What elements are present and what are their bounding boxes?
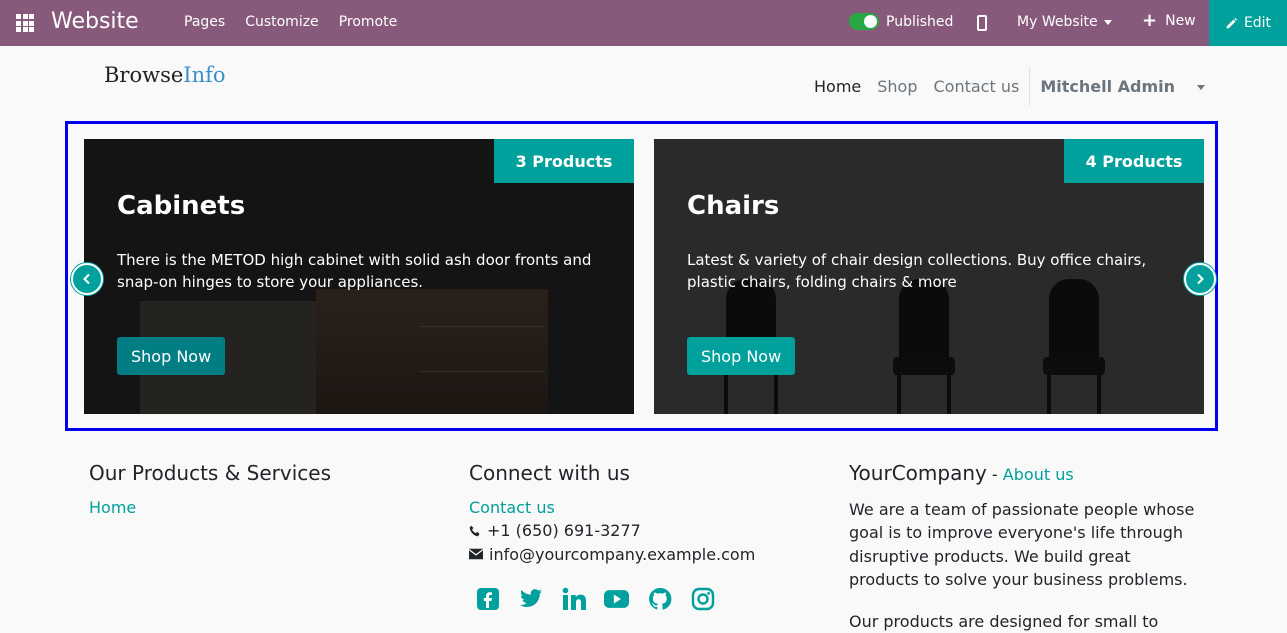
footer-heading: Connect with us	[469, 461, 630, 485]
apps-menu-icon[interactable]	[16, 14, 34, 32]
caret-down-icon	[1103, 19, 1112, 25]
category-card-cabinets: 3 Products Cabinets There is the METOD h…	[84, 139, 634, 414]
plus-icon: +	[1142, 10, 1158, 31]
company-description: We are a team of passionate people whose…	[849, 500, 1195, 590]
published-toggle[interactable]: Published	[849, 13, 953, 30]
carousel-next-button[interactable]	[1184, 263, 1216, 295]
site-navigation: Home Shop Contact us Mitchell Admin	[814, 66, 1237, 106]
user-menu[interactable]: Mitchell Admin	[1040, 77, 1221, 96]
card-description: There is the METOD high cabinet with sol…	[117, 251, 592, 291]
footer-company-column: YourCompany - About us We are a team of …	[849, 460, 1199, 633]
chair-image	[889, 279, 959, 414]
phone-line: +1 (650) 691-3277	[469, 519, 755, 543]
phone-number: +1 (650) 691-3277	[487, 521, 641, 540]
product-count-badge: 3 Products	[494, 139, 634, 183]
footer-heading: Our Products & Services	[89, 461, 332, 485]
app-name: Website	[51, 9, 139, 34]
edit-label: Edit	[1243, 15, 1272, 31]
heading-separator: -	[986, 465, 1003, 484]
top-menu: Pages Customize Promote	[184, 14, 397, 30]
site-logo[interactable]: BrowseInfo	[104, 63, 226, 87]
new-label: New	[1165, 13, 1196, 29]
card-description: Latest & variety of chair design collect…	[687, 251, 1147, 291]
carousel-prev-button[interactable]	[71, 263, 103, 295]
envelope-icon	[469, 549, 483, 560]
card-title: Cabinets	[117, 191, 246, 221]
cabinet-image	[140, 289, 548, 414]
logo-text-info: Info	[183, 63, 226, 87]
phone-icon	[469, 525, 480, 536]
new-button[interactable]: + New	[1142, 10, 1196, 31]
footer-products-column: Our Products & Services Home	[89, 460, 331, 519]
company-name: YourCompany	[849, 461, 987, 485]
shop-now-button[interactable]: Shop Now	[117, 337, 226, 375]
menu-promote[interactable]: Promote	[339, 14, 398, 30]
published-label: Published	[886, 13, 954, 30]
github-icon[interactable]	[647, 586, 672, 611]
footer-heading: YourCompany - About us	[849, 460, 1199, 488]
drawer-line	[420, 326, 545, 327]
my-website-label: My Website	[1017, 14, 1098, 30]
nav-divider	[1029, 66, 1031, 106]
my-website-dropdown[interactable]: My Website	[1017, 14, 1112, 30]
footer-link-home[interactable]: Home	[89, 496, 331, 519]
edit-button[interactable]: Edit	[1209, 0, 1287, 46]
social-links	[475, 586, 755, 611]
instagram-icon[interactable]	[690, 586, 715, 611]
admin-topbar: Website Pages Customize Promote Publishe…	[0, 0, 1287, 46]
about-us-link[interactable]: About us	[1003, 465, 1074, 484]
product-count-badge: 4 Products	[1064, 139, 1204, 183]
email-address: info@yourcompany.example.com	[489, 544, 756, 564]
email-line: info@yourcompany.example.com	[469, 543, 755, 567]
company-description-2: Our products are designed for small to	[849, 611, 1159, 631]
facebook-icon[interactable]	[475, 586, 500, 611]
toggle-switch-icon[interactable]	[849, 13, 879, 30]
logo-text-browse: Browse	[104, 63, 184, 87]
chevron-left-icon	[83, 273, 90, 285]
linkedin-icon[interactable]	[561, 586, 586, 611]
drawer-line	[420, 371, 545, 372]
pencil-icon	[1226, 17, 1238, 28]
chevron-right-icon	[1197, 273, 1204, 285]
category-card-chairs: 4 Products Chairs Latest & variety of ch…	[654, 139, 1204, 414]
shop-now-button[interactable]: Shop Now	[687, 337, 796, 375]
user-name: Mitchell Admin	[1040, 76, 1176, 96]
mobile-preview-icon[interactable]	[977, 15, 987, 31]
caret-down-icon	[1197, 84, 1206, 90]
youtube-icon[interactable]	[604, 586, 629, 611]
card-title: Chairs	[687, 191, 780, 221]
chair-image	[1039, 279, 1109, 414]
footer-link-contact[interactable]: Contact us	[469, 496, 755, 519]
menu-pages[interactable]: Pages	[184, 14, 225, 30]
menu-customize[interactable]: Customize	[245, 14, 319, 30]
nav-shop[interactable]: Shop	[877, 77, 917, 96]
twitter-icon[interactable]	[518, 586, 543, 611]
footer-connect-column: Connect with us Contact us +1 (650) 691-…	[469, 460, 755, 611]
nav-contact[interactable]: Contact us	[934, 77, 1020, 96]
nav-home[interactable]: Home	[814, 77, 861, 96]
